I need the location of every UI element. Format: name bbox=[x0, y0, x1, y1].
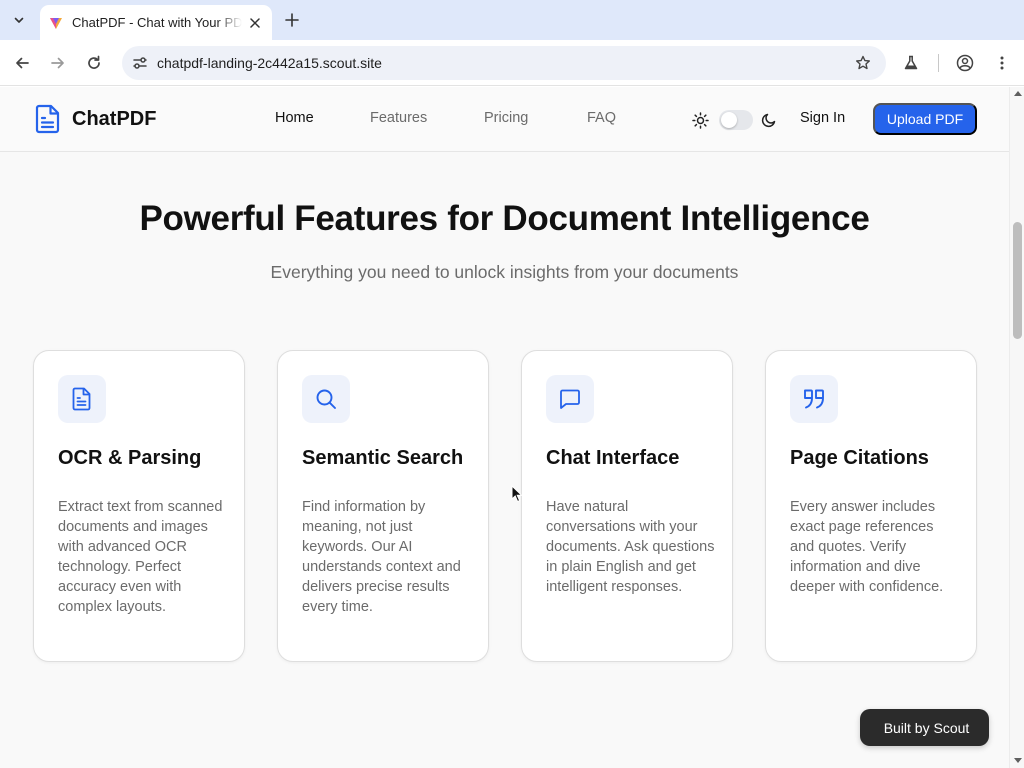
close-icon bbox=[250, 17, 260, 28]
browser-tab-bar: ChatPDF - Chat with Your PDF bbox=[0, 0, 1024, 40]
card-icon-box bbox=[546, 375, 594, 423]
new-tab-button[interactable] bbox=[280, 8, 304, 32]
toolbar-divider bbox=[938, 54, 939, 72]
tab-title: ChatPDF - Chat with Your PDF bbox=[72, 15, 242, 30]
labs-button[interactable] bbox=[899, 51, 923, 75]
card-title: Semantic Search bbox=[302, 447, 464, 469]
more-vertical-icon bbox=[1000, 56, 1004, 70]
theme-toggle-knob bbox=[721, 112, 737, 128]
feature-card-chat: Chat Interface Have natural conversation… bbox=[521, 350, 733, 662]
feature-card-citations: Page Citations Every answer includes exa… bbox=[765, 350, 977, 662]
tab-search-button[interactable] bbox=[6, 8, 32, 32]
theme-switcher bbox=[692, 110, 777, 130]
bookmark-button[interactable] bbox=[852, 52, 874, 74]
feature-card-ocr: OCR & Parsing Extract text from scanned … bbox=[33, 350, 245, 662]
browser-menu-button[interactable] bbox=[990, 51, 1014, 75]
scroll-thumb[interactable] bbox=[1013, 222, 1022, 339]
site-info-button[interactable] bbox=[128, 51, 152, 75]
built-by-scout-badge[interactable]: ​ Built by Scout bbox=[860, 709, 989, 746]
chevron-down-icon bbox=[14, 17, 24, 23]
moon-icon bbox=[761, 113, 776, 128]
chat-bubble-icon bbox=[560, 389, 580, 409]
reload-icon bbox=[88, 55, 100, 69]
site-logo[interactable]: ChatPDF bbox=[34, 104, 156, 134]
card-description: Every answer includes exact page referen… bbox=[790, 499, 944, 595]
page-viewport: ChatPDF Home Features Pricing FAQ Sign I… bbox=[0, 87, 1009, 768]
scroll-down-arrow[interactable] bbox=[1014, 758, 1022, 763]
browser-toolbar: chatpdf-landing-2c442a15.scout.site bbox=[0, 40, 1024, 86]
back-button[interactable] bbox=[10, 51, 34, 75]
card-description: Have natural conversations with your doc… bbox=[546, 499, 715, 595]
features-title: Powerful Features for Document Intellige… bbox=[139, 199, 870, 238]
quote-icon bbox=[804, 389, 824, 409]
arrow-right-icon bbox=[51, 57, 64, 69]
file-text-icon bbox=[35, 104, 60, 134]
sun-icon bbox=[692, 111, 709, 129]
card-title: Chat Interface bbox=[546, 447, 680, 469]
chatpdf-favicon-icon bbox=[50, 17, 62, 29]
mouse-cursor-icon bbox=[511, 485, 523, 503]
nav-home[interactable]: Home bbox=[275, 110, 314, 126]
upload-pdf-button[interactable]: Upload PDF bbox=[873, 103, 977, 135]
card-icon-box bbox=[302, 375, 350, 423]
features-subtitle: Everything you need to unlock insights f… bbox=[270, 262, 739, 282]
account-circle-icon bbox=[956, 54, 974, 72]
tab-close-button[interactable] bbox=[246, 14, 264, 32]
document-icon bbox=[72, 387, 91, 411]
card-description: Find information by meaning, not just ke… bbox=[302, 499, 461, 615]
reload-button[interactable] bbox=[82, 51, 106, 75]
profile-button[interactable] bbox=[953, 51, 977, 75]
site-header: ChatPDF Home Features Pricing FAQ Sign I… bbox=[0, 87, 1009, 152]
arrow-left-icon bbox=[16, 57, 29, 69]
flask-icon bbox=[904, 55, 918, 70]
card-title: OCR & Parsing bbox=[58, 447, 202, 469]
star-icon bbox=[856, 55, 870, 70]
scroll-up-arrow[interactable] bbox=[1014, 91, 1022, 96]
search-icon bbox=[316, 389, 336, 409]
brand-name: ChatPDF bbox=[72, 107, 157, 130]
nav-faq[interactable]: FAQ bbox=[587, 110, 616, 126]
feature-card-search: Semantic Search Find information by mean… bbox=[277, 350, 489, 662]
forward-button[interactable] bbox=[46, 51, 70, 75]
card-icon-box bbox=[790, 375, 838, 423]
nav-pricing[interactable]: Pricing bbox=[484, 110, 528, 126]
built-by-label: Built by Scout bbox=[883, 719, 970, 736]
page-scrollbar[interactable] bbox=[1009, 87, 1024, 768]
sign-in-link[interactable]: Sign In bbox=[800, 110, 845, 126]
tune-icon bbox=[133, 57, 147, 69]
theme-toggle[interactable] bbox=[719, 110, 753, 130]
browser-tab-active[interactable]: ChatPDF - Chat with Your PDF bbox=[40, 5, 272, 40]
nav-features[interactable]: Features bbox=[370, 110, 427, 126]
card-icon-box bbox=[58, 375, 106, 423]
address-bar[interactable]: chatpdf-landing-2c442a15.scout.site bbox=[122, 46, 886, 80]
card-description: Extract text from scanned documents and … bbox=[58, 499, 223, 615]
url-text[interactable]: chatpdf-landing-2c442a15.scout.site bbox=[157, 55, 382, 71]
plus-icon bbox=[285, 13, 299, 27]
card-title: Page Citations bbox=[790, 447, 929, 469]
